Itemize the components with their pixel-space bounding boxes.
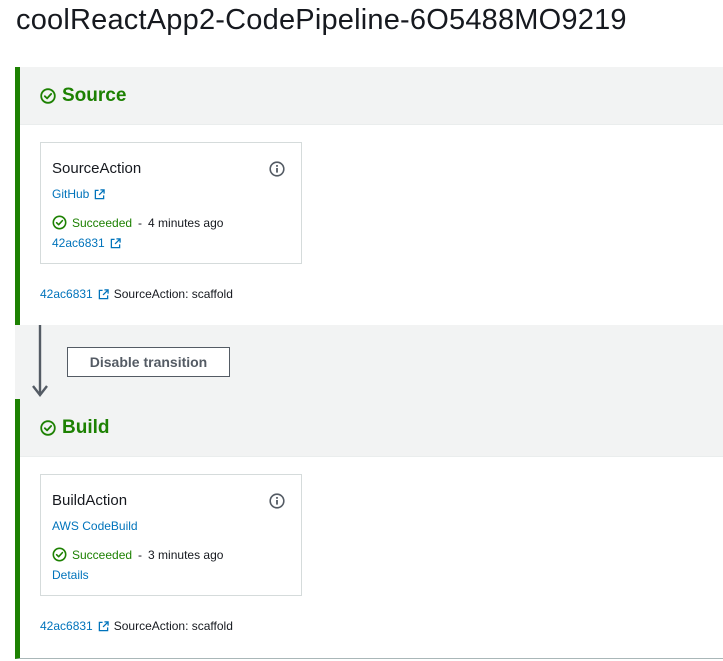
external-link-icon (110, 237, 121, 248)
status-text: Succeeded (72, 547, 133, 562)
stage-source: Source SourceAction GitHub Succeeded - 4… (15, 67, 723, 326)
details-label: Details (52, 568, 89, 582)
status-time: 3 minutes ago (148, 547, 224, 562)
status-text: Succeeded (72, 215, 133, 230)
status-separator: - (138, 215, 143, 230)
info-icon[interactable] (269, 493, 285, 509)
stage-footer: 42ac6831 SourceAction: scaffold (40, 619, 233, 633)
stage-header: Build (20, 399, 723, 457)
commit-label: 42ac6831 (52, 236, 105, 250)
footer-message: SourceAction: scaffold (113, 619, 233, 633)
check-circle-icon (52, 215, 67, 230)
action-name: SourceAction (52, 160, 142, 177)
details-link[interactable]: Details (52, 568, 89, 582)
stage-footer: 42ac6831 SourceAction: scaffold (40, 287, 233, 301)
commit-link[interactable]: 42ac6831 (52, 236, 121, 250)
external-link-icon[interactable] (98, 288, 109, 300)
check-circle-icon (40, 419, 56, 436)
external-link-icon (95, 188, 106, 199)
provider-label: AWS CodeBuild (52, 519, 138, 533)
action-card-source: SourceAction GitHub Succeeded - 4 minute… (40, 142, 302, 264)
footer-commit-link[interactable]: 42ac6831 (40, 287, 93, 301)
disable-transition-button[interactable]: Disable transition (67, 347, 230, 377)
action-status: Succeeded - 3 minutes ago (52, 547, 223, 562)
stage-header: Source (20, 67, 723, 125)
provider-link[interactable]: AWS CodeBuild (52, 519, 138, 533)
action-card-build: BuildAction AWS CodeBuild Succeeded - 3 … (40, 474, 302, 596)
provider-label: GitHub (52, 187, 90, 201)
info-icon[interactable] (269, 161, 285, 177)
external-link-icon[interactable] (98, 620, 109, 632)
status-separator: - (138, 547, 143, 562)
pipeline-title: coolReactApp2-CodePipeline-6O5488MO9219 (16, 4, 627, 36)
stage-title: Source (62, 84, 127, 106)
arrow-down-icon (32, 325, 48, 397)
check-circle-icon (52, 547, 67, 562)
stage-title: Build (62, 416, 110, 438)
provider-link[interactable]: GitHub (52, 187, 106, 201)
check-circle-icon (40, 87, 56, 104)
action-name: BuildAction (52, 492, 128, 509)
status-time: 4 minutes ago (148, 215, 224, 230)
footer-commit-link[interactable]: 42ac6831 (40, 619, 93, 633)
stage-build: Build BuildAction AWS CodeBuild Succeede… (15, 399, 723, 659)
action-status: Succeeded - 4 minutes ago (52, 215, 223, 230)
footer-message: SourceAction: scaffold (113, 287, 233, 301)
stage-transition: Disable transition (15, 325, 723, 399)
